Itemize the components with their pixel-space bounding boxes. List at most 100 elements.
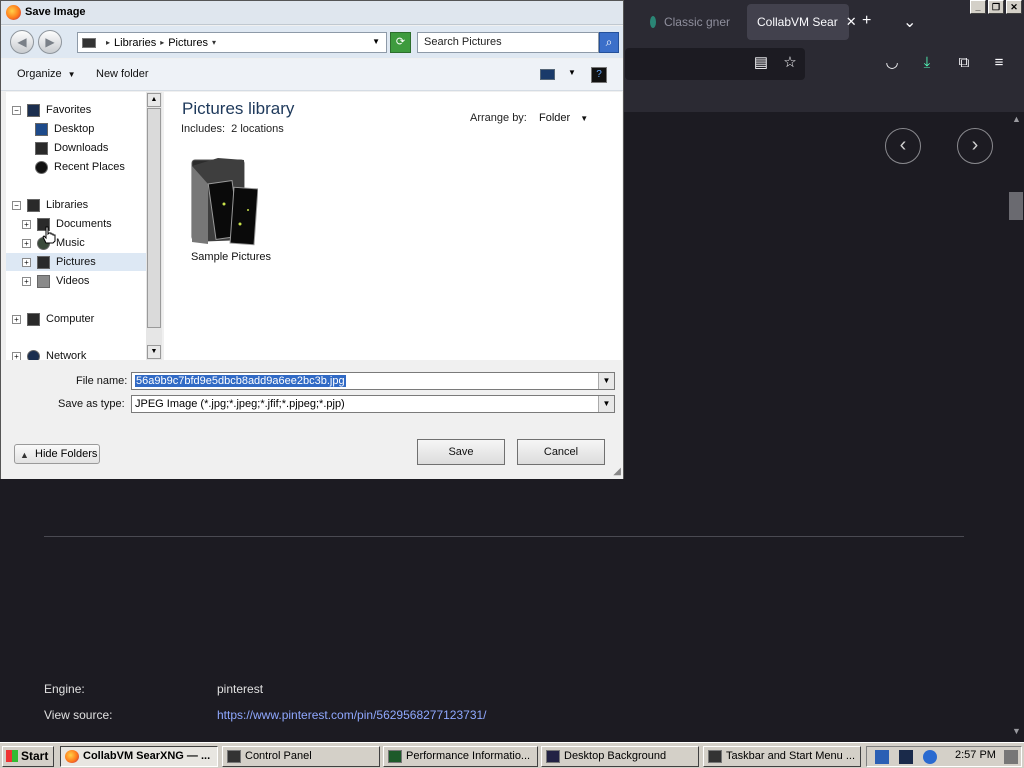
new-tab-button[interactable]: + — [862, 12, 871, 30]
downloads-icon[interactable]: ⤓ — [918, 54, 936, 72]
includes-locations-link[interactable]: 2 locations — [231, 123, 284, 135]
clock[interactable]: 2:57 PM — [955, 749, 996, 761]
hide-folders-button[interactable]: ▲ Hide Folders — [14, 444, 100, 464]
scrollbar-thumb[interactable] — [147, 108, 161, 328]
menu-icon[interactable]: ≡ — [990, 54, 1008, 72]
nav-item-videos[interactable]: + Videos — [22, 272, 89, 290]
nav-item-downloads[interactable]: Downloads — [35, 139, 108, 157]
view-source-link[interactable]: https://www.pinterest.com/pin/5629568277… — [217, 708, 487, 722]
collapse-icon[interactable]: − — [12, 200, 21, 210]
scroll-down-icon[interactable]: ▼ — [1012, 726, 1021, 736]
nav-item-network[interactable]: + Network — [12, 347, 86, 360]
list-tabs-chevron-icon[interactable]: ⌄ — [903, 12, 916, 32]
new-folder-button[interactable]: New folder — [96, 68, 149, 80]
arrange-by-dropdown[interactable]: Folder ▼ — [539, 112, 588, 124]
display-icon[interactable] — [899, 750, 913, 764]
expand-icon[interactable]: + — [22, 257, 31, 267]
expand-icon[interactable]: + — [12, 314, 21, 324]
taskbar-item-desktop-background[interactable]: Desktop Background — [541, 746, 699, 767]
scroll-down-icon[interactable]: ▼ — [147, 345, 161, 359]
next-button[interactable]: › — [957, 128, 993, 164]
address-bar[interactable]: ▸ Libraries ▸ Pictures ▾ ▼ — [77, 32, 387, 53]
minimize-button[interactable]: _ — [970, 0, 986, 14]
breadcrumb-pictures[interactable]: Pictures — [168, 37, 208, 49]
refresh-button[interactable]: ⟳ — [390, 32, 411, 53]
restore-button[interactable]: ❐ — [988, 0, 1004, 14]
save-form: File name: 56a9b9c7bfd9e5dbcb8add9a6ee2b… — [1, 361, 623, 479]
extensions-icon[interactable]: ⧉ — [955, 54, 973, 72]
search-icon[interactable]: ⌕ — [599, 32, 619, 53]
breadcrumb-separator-icon[interactable]: ▸ — [160, 38, 164, 47]
divider — [44, 536, 964, 537]
file-name-label: File name: — [76, 375, 128, 387]
reader-view-icon[interactable]: ▤ — [752, 54, 770, 72]
expand-icon[interactable]: + — [22, 276, 31, 286]
scroll-up-icon[interactable]: ▲ — [147, 93, 161, 107]
page-scrollbar[interactable]: ▲ ▼ — [1008, 112, 1024, 742]
navigation-pane-scrollbar[interactable]: ▲ ▼ — [146, 92, 162, 360]
nav-item-computer[interactable]: + Computer — [12, 310, 94, 328]
scroll-up-icon[interactable]: ▲ — [1012, 114, 1021, 124]
url-bar[interactable] — [625, 48, 805, 80]
tab-collabvm[interactable]: CollabVM Sear ✕ — [747, 4, 857, 40]
breadcrumb-separator-icon[interactable]: ▸ — [106, 38, 110, 47]
collapse-icon[interactable]: − — [12, 105, 21, 115]
engine-value: pinterest — [217, 682, 264, 696]
nav-label: Desktop — [54, 123, 95, 135]
scrollbar-thumb[interactable] — [1009, 192, 1023, 220]
organize-button[interactable]: Organize ▼ — [17, 68, 76, 80]
expand-icon[interactable]: + — [22, 238, 31, 248]
close-tab-icon[interactable]: ✕ — [846, 14, 857, 30]
cancel-button[interactable]: Cancel — [517, 439, 605, 465]
folder-item-sample-pictures[interactable]: Sample Pictures — [186, 152, 278, 272]
nav-item-desktop[interactable]: Desktop — [35, 120, 94, 138]
change-view-icon[interactable] — [540, 69, 555, 80]
breadcrumb-dropdown-icon[interactable]: ▾ — [212, 38, 216, 47]
folder-icon — [191, 158, 258, 246]
volume-icon[interactable] — [923, 750, 937, 764]
hide-folders-label: Hide Folders — [35, 448, 98, 460]
save-as-type-select[interactable]: JPEG Image (*.jpg;*.jpeg;*.jfif;*.pjpeg;… — [131, 395, 615, 413]
nav-item-favorites[interactable]: − Favorites — [12, 101, 91, 119]
nav-label: Network — [46, 350, 87, 360]
search-input[interactable]: Search Pictures — [417, 32, 599, 53]
pocket-icon[interactable]: ◡ — [883, 54, 901, 72]
nav-item-pictures[interactable]: + Pictures — [6, 253, 146, 271]
save-as-type-value: JPEG Image (*.jpg;*.jpeg;*.jfif;*.pjpeg;… — [135, 398, 345, 410]
taskbar-item-control-panel[interactable]: Control Panel — [222, 746, 380, 767]
taskbar-item-taskbar-settings[interactable]: Taskbar and Start Menu ... — [703, 746, 861, 767]
breadcrumb-libraries[interactable]: Libraries — [114, 37, 156, 49]
save-button[interactable]: Save — [417, 439, 505, 465]
back-button[interactable]: ◀ — [10, 30, 34, 54]
network-status-icon[interactable] — [875, 750, 889, 764]
nav-item-recent-places[interactable]: Recent Places — [35, 158, 125, 176]
nav-item-libraries[interactable]: − Libraries — [12, 196, 88, 214]
chevron-down-icon[interactable]: ▼ — [598, 373, 614, 389]
nav-label: Videos — [56, 275, 90, 287]
dialog-title-bar[interactable]: Save Image — [1, 1, 623, 25]
taskbar-settings-icon — [708, 750, 722, 763]
forward-button[interactable]: ▶ — [38, 30, 62, 54]
taskbar-item-collabvm[interactable]: CollabVM SearXNG — ... — [60, 746, 218, 767]
file-name-input[interactable]: 56a9b9c7bfd9e5dbcb8add9a6ee2bc3b.jpg ▼ — [131, 372, 615, 390]
nav-item-documents[interactable]: + Documents — [22, 215, 112, 233]
tab-classic[interactable]: Classic gner — [640, 4, 740, 40]
start-label: Start — [21, 749, 49, 763]
start-button[interactable]: Start — [2, 746, 54, 767]
help-icon[interactable]: ? — [591, 67, 607, 83]
address-history-dropdown-icon[interactable]: ▼ — [372, 37, 380, 46]
previous-button[interactable]: ‹ — [885, 128, 921, 164]
control-panel-icon — [227, 750, 241, 763]
bookmark-star-icon[interactable]: ☆ — [781, 54, 799, 72]
chevron-down-icon[interactable]: ▼ — [598, 396, 614, 412]
show-desktop-icon[interactable] — [1004, 750, 1018, 764]
recent-places-icon — [35, 160, 48, 174]
expand-icon[interactable]: + — [22, 219, 31, 229]
expand-icon[interactable]: + — [12, 351, 21, 360]
navigation-pane: − Favorites Desktop Downloads Recent Pla… — [6, 92, 146, 360]
close-window-button[interactable]: ✕ — [1006, 0, 1022, 14]
resize-grip-icon[interactable]: ◢ — [613, 466, 621, 477]
taskbar-item-performance[interactable]: Performance Informatio... — [383, 746, 538, 767]
firefox-icon — [65, 750, 79, 763]
view-options-chevron-icon[interactable]: ▼ — [568, 68, 576, 77]
